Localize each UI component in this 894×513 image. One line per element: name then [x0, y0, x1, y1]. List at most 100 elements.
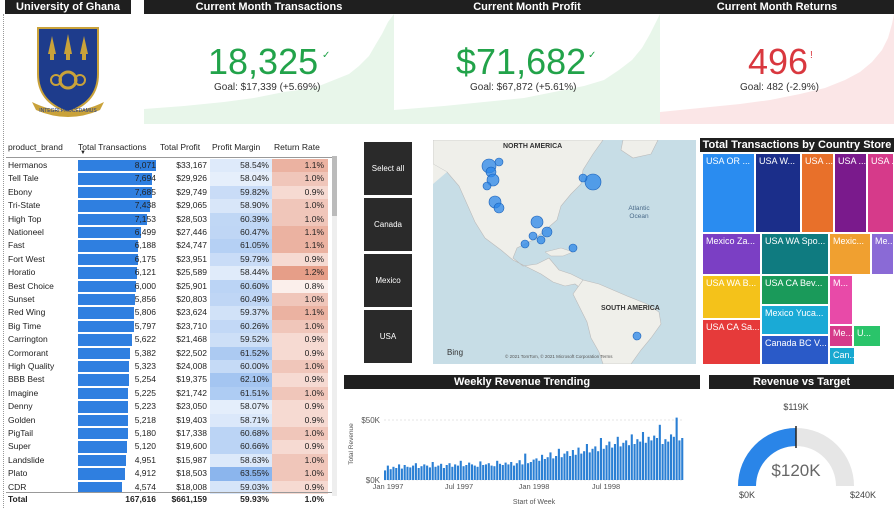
table-row[interactable]: Denny 5,223 $23,050 58.07% 0.9% [6, 400, 332, 414]
returns-goal: Goal: 482 (-2.9%) [740, 82, 819, 93]
transactions-value: 5,797 [134, 320, 156, 331]
transactions-value: 6,000 [134, 280, 156, 291]
table-row[interactable]: Super 5,120 $19,600 60.66% 0.9% [6, 440, 332, 454]
brand-cell: BBB Best [8, 374, 45, 385]
treemap-tile[interactable]: U... [853, 325, 881, 347]
treemap-tile[interactable]: USA ... [801, 153, 834, 233]
weekly-chart[interactable]: $50K $0K Jan 1997 Jul 1997 Jan 1998 Jul 1998 S… [344, 392, 700, 508]
transactions-databar [78, 454, 126, 467]
transactions-databar [78, 387, 129, 400]
col-margin-header[interactable]: Profit Margin [212, 140, 260, 156]
slicer-usa[interactable]: USA [364, 310, 412, 363]
transactions-databar [78, 227, 141, 239]
table-row[interactable]: High Top 7,153 $28,503 60.39% 1.0% [6, 212, 332, 226]
table-row[interactable]: Tri-State 7,438 $29,065 58.90% 1.0% [6, 199, 332, 213]
slicer-canada[interactable]: Canada [364, 198, 412, 251]
table-row[interactable]: Carrington 5,622 $21,468 59.52% 0.9% [6, 333, 332, 347]
table-row[interactable]: BBB Best 5,254 $19,375 62.10% 0.9% [6, 373, 332, 387]
treemap-tile[interactable]: Mexic... [829, 233, 871, 275]
treemap-tile[interactable]: USA OR ... [702, 153, 755, 233]
transactions-cell: 5,180 [76, 427, 158, 440]
table-row[interactable]: PigTail 5,180 $17,338 60.68% 1.0% [6, 427, 332, 441]
table-row[interactable]: Ebony 7,685 $29,749 59.82% 0.9% [6, 185, 332, 200]
gauge-max-label: $240K [850, 490, 876, 500]
margin-cell: 59.79% [210, 252, 272, 267]
margin-cell: 60.47% [210, 226, 272, 240]
table-row[interactable]: Sunset 5,856 $20,803 60.49% 1.0% [6, 293, 332, 307]
treemap[interactable]: USA OR ...USA W...USA ...USA ...USA ...M… [702, 153, 894, 365]
x-tick-label: Jan 1997 [373, 482, 404, 491]
revenue-bar [487, 463, 490, 480]
transactions-cell: 5,382 [76, 347, 158, 360]
table-row[interactable]: Cormorant 5,382 $22,502 61.52% 0.9% [6, 346, 332, 360]
margin-cell: 63.55% [210, 467, 272, 481]
return-cell: 1.1% [272, 226, 328, 240]
treemap-tile[interactable]: USA CA Sa... [702, 319, 761, 365]
brand-table[interactable]: product_brand Total Transactions ▼ Total… [6, 140, 332, 508]
table-row[interactable]: High Quality 5,323 $24,008 60.00% 1.0% [6, 360, 332, 374]
table-row[interactable]: Red Wing 5,806 $23,624 59.37% 1.1% [6, 306, 332, 320]
treemap-tile[interactable]: USA W... [755, 153, 801, 233]
table-row[interactable]: Nationeel 6,499 $27,446 60.47% 1.1% [6, 226, 332, 240]
store-map[interactable]: NORTH AMERICA SOUTH AMERICA Atlantic Oce… [433, 140, 696, 364]
margin-cell: 58.54% [210, 159, 272, 173]
table-row[interactable]: Big Time 5,797 $23,710 60.26% 1.0% [6, 319, 332, 334]
transactions-cell: 5,323 [76, 360, 158, 373]
treemap-tile[interactable]: Mexico Yuca... [761, 305, 829, 335]
margin-cell: 60.26% [210, 319, 272, 334]
treemap-tile[interactable]: USA CA Bev... [761, 275, 829, 305]
col-brand-header[interactable]: product_brand [8, 140, 63, 156]
table-row[interactable]: Imagine 5,225 $21,742 61.51% 1.0% [6, 386, 332, 401]
treemap-tile[interactable]: Me... [871, 233, 894, 275]
table-row[interactable]: Horatio 6,121 $25,589 58.44% 1.2% [6, 266, 332, 280]
profit-value: $71,682 [456, 41, 587, 82]
y-axis-label: Total Revenue [348, 423, 355, 465]
treemap-tile[interactable]: USA WA Spo... [761, 233, 829, 275]
table-scrollbar[interactable] [332, 156, 337, 496]
treemap-tile[interactable]: Mexico Za... [702, 233, 761, 275]
transactions-value: 5,180 [134, 428, 156, 438]
table-row[interactable]: Best Choice 6,000 $25,901 60.60% 0.8% [6, 279, 332, 293]
revenue-bar [644, 442, 647, 480]
transactions-databar [78, 361, 130, 373]
treemap-tile[interactable]: USA ... [867, 153, 894, 233]
scrollbar-thumb[interactable] [332, 156, 337, 216]
transactions-cell: 5,120 [76, 440, 158, 453]
treemap-tile[interactable]: Canada BC V... [761, 335, 829, 365]
revenue-bar [384, 470, 387, 480]
table-row[interactable]: Golden 5,218 $19,403 58.71% 0.9% [6, 413, 332, 427]
profit-cell: $23,951 [176, 253, 207, 264]
transactions-cell: 5,856 [76, 293, 158, 306]
transactions-databar [78, 347, 130, 359]
returns-header: Current Month Returns [660, 0, 894, 14]
revenue-bar [650, 440, 653, 480]
treemap-tile[interactable]: USA ... [834, 153, 867, 233]
table-row[interactable]: Fast 6,188 $24,747 61.05% 1.1% [6, 239, 332, 253]
logo-motto: INTEGRI PROCEDAMUS [39, 108, 97, 114]
table-row[interactable]: Plato 4,912 $18,503 63.55% 1.0% [6, 467, 332, 481]
col-return-header[interactable]: Return Rate [274, 140, 320, 156]
table-row[interactable]: Fort West 6,175 $23,951 59.79% 0.9% [6, 252, 332, 267]
table-row[interactable]: Landslide 4,951 $15,987 58.63% 1.0% [6, 453, 332, 468]
transactions-databar [78, 294, 135, 306]
brand-cell: Fast [8, 240, 25, 251]
table-row[interactable]: Tell Tale 7,694 $29,926 58.04% 1.0% [6, 172, 332, 186]
slicer-mexico[interactable]: Mexico [364, 254, 412, 307]
return-cell: 0.9% [272, 333, 328, 347]
col-transactions-header[interactable]: Total Transactions [78, 140, 147, 156]
table-row[interactable]: Hermanos 8,071 $33,167 58.54% 1.1% [6, 159, 332, 173]
brand-cell: Landslide [8, 454, 45, 465]
transactions-cell: 6,188 [76, 239, 158, 252]
transactions-goal: Goal: $17,339 (+5.69%) [214, 82, 321, 93]
slicer-select-all[interactable]: Select all [364, 142, 412, 195]
treemap-tile[interactable]: USA WA B... [702, 275, 761, 319]
transactions-value: 5,218 [134, 414, 156, 425]
col-profit-header[interactable]: Total Profit [160, 140, 200, 156]
bing-logo: Bing [447, 348, 463, 357]
treemap-tile[interactable]: Me... [829, 325, 853, 347]
treemap-tile[interactable]: M... [829, 275, 853, 325]
treemap-tile[interactable]: Can... [829, 347, 855, 365]
weekly-header: Weekly Revenue Trending [344, 375, 700, 389]
brand-cell: Hermanos [8, 160, 48, 170]
treemap-header: Total Transactions by Country Store [700, 138, 894, 152]
